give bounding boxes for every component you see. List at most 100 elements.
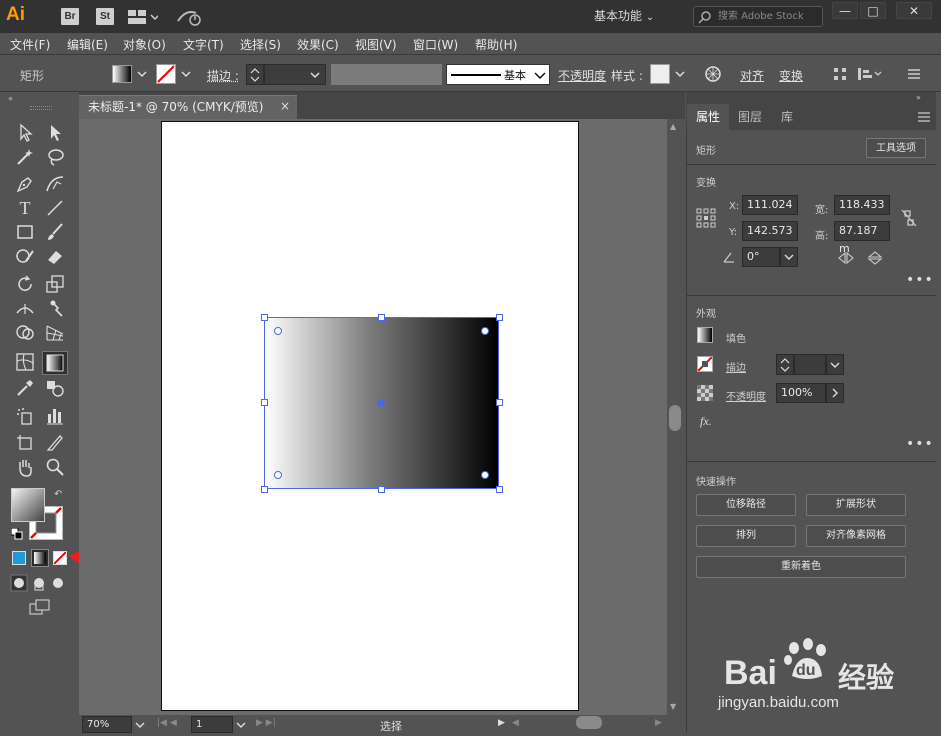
graphic-style-dropdown[interactable] xyxy=(672,64,688,84)
tab-properties[interactable]: 属性 xyxy=(687,104,729,130)
isolate-group-icon[interactable] xyxy=(832,66,848,82)
fill-color-front[interactable] xyxy=(11,488,45,522)
resize-handle-tr[interactable] xyxy=(496,314,503,321)
recolor-artwork-icon[interactable] xyxy=(704,65,722,83)
workspace-switcher[interactable]: 基本功能 ⌄ xyxy=(594,7,674,25)
width-field[interactable]: 118.433 xyxy=(834,195,890,215)
color-mode-button[interactable] xyxy=(12,551,26,565)
maximize-button[interactable]: □ xyxy=(860,2,886,19)
collapse-toolbox-icon[interactable]: « xyxy=(8,94,20,103)
bridge-badge[interactable]: Br xyxy=(61,8,79,25)
mesh-tool-icon[interactable] xyxy=(14,351,36,373)
zoom-dropdown[interactable] xyxy=(133,718,147,732)
resize-handle-tl[interactable] xyxy=(261,314,268,321)
pen-tool-icon[interactable] xyxy=(14,173,36,195)
menu-view[interactable]: 视图(V) xyxy=(355,36,397,52)
effects-fx-button[interactable]: fx. xyxy=(700,414,712,429)
default-fill-stroke-icon[interactable] xyxy=(10,527,23,540)
constrain-proportions-icon[interactable] xyxy=(900,208,918,228)
scale-tool-icon[interactable] xyxy=(44,273,66,295)
menu-effect[interactable]: 效果(C) xyxy=(297,36,339,52)
more-transform-options-icon[interactable]: ••• xyxy=(906,272,934,288)
stroke-weight-stepper-panel[interactable] xyxy=(776,354,794,375)
puppet-warp-tool-icon[interactable] xyxy=(44,298,66,320)
corner-radius-widget-bl[interactable] xyxy=(274,471,282,479)
rotate-tool-icon[interactable] xyxy=(14,273,36,295)
stroke-weight-field-panel[interactable] xyxy=(794,354,826,375)
corner-radius-widget-br[interactable] xyxy=(481,471,489,479)
fill-dropdown[interactable] xyxy=(134,64,150,84)
tab-libraries[interactable]: 库 xyxy=(771,104,803,130)
eraser-tool-icon[interactable] xyxy=(44,245,66,267)
curvature-tool-icon[interactable] xyxy=(44,173,66,195)
zoom-tool-icon[interactable] xyxy=(44,456,66,478)
corner-radius-widget-tl[interactable] xyxy=(274,327,282,335)
scroll-up-icon[interactable]: ▲ xyxy=(670,122,680,132)
scroll-left-icon[interactable]: ◀ xyxy=(512,718,522,730)
recolor-button[interactable]: 重新着色 xyxy=(696,556,906,578)
stock-search-input[interactable]: 搜索 Adobe Stock xyxy=(693,6,823,27)
opacity-field[interactable]: 100% xyxy=(776,383,826,403)
collapse-panels-icon[interactable]: » xyxy=(916,93,930,103)
height-field[interactable]: 87.187 m xyxy=(834,221,890,255)
rotation-dropdown[interactable] xyxy=(780,247,798,267)
artboard-number-field[interactable]: 1 xyxy=(191,716,233,733)
type-tool-icon[interactable]: T xyxy=(14,197,36,219)
swap-fill-stroke-icon[interactable]: ↶ xyxy=(54,489,66,501)
artboard-dropdown[interactable] xyxy=(234,718,248,732)
flip-vertical-icon[interactable] xyxy=(867,251,883,265)
close-window-button[interactable]: ✕ xyxy=(896,2,932,19)
width-tool-icon[interactable] xyxy=(14,298,36,320)
menu-file[interactable]: 文件(F) xyxy=(10,36,50,52)
flip-horizontal-icon[interactable] xyxy=(838,251,854,265)
distribute-icon[interactable] xyxy=(857,66,883,82)
transform-link[interactable]: 变换 xyxy=(779,67,803,84)
gradient-tool-icon[interactable] xyxy=(42,351,68,375)
menu-object[interactable]: 对象(O) xyxy=(123,36,166,52)
lasso-tool-icon[interactable] xyxy=(44,146,66,168)
symbol-sprayer-tool-icon[interactable] xyxy=(14,405,36,427)
fill-swatch[interactable] xyxy=(112,65,132,83)
change-screen-mode-icon[interactable] xyxy=(28,598,52,616)
zoom-level-field[interactable]: 70% xyxy=(82,716,132,733)
resize-handle-ml[interactable] xyxy=(261,399,268,406)
appearance-stroke-swatch[interactable] xyxy=(697,356,713,372)
scroll-right-icon[interactable]: ▶ xyxy=(655,718,665,730)
selection-tool-icon[interactable] xyxy=(14,121,36,143)
resize-handle-br[interactable] xyxy=(496,486,503,493)
shape-builder-tool-icon[interactable] xyxy=(14,322,36,344)
tab-layers[interactable]: 图层 xyxy=(730,104,770,130)
stroke-label[interactable]: 描边 : xyxy=(207,67,239,84)
status-menu-arrow[interactable]: ▶ xyxy=(498,718,508,730)
reference-point-icon[interactable] xyxy=(696,208,716,228)
eyedropper-tool-icon[interactable] xyxy=(14,377,36,399)
opacity-label[interactable]: 不透明度 xyxy=(558,67,606,84)
horizontal-scroll-thumb[interactable] xyxy=(576,716,602,729)
column-graph-tool-icon[interactable] xyxy=(44,405,66,427)
brush-definition-dropdown[interactable]: 基本 xyxy=(446,64,550,85)
drawing-modes[interactable] xyxy=(10,574,68,592)
minimize-button[interactable]: — xyxy=(832,2,858,19)
shaper-tool-icon[interactable] xyxy=(14,245,36,267)
x-position-field[interactable]: 111.024 xyxy=(742,195,798,215)
none-mode-button[interactable] xyxy=(53,551,67,565)
paintbrush-tool-icon[interactable] xyxy=(44,221,66,243)
document-tab[interactable]: 未标题-1* @ 70% (CMYK/预览) xyxy=(79,95,297,119)
gradient-mode-button[interactable] xyxy=(31,549,49,567)
corner-radius-widget-tr[interactable] xyxy=(481,327,489,335)
resize-handle-bm[interactable] xyxy=(378,486,385,493)
menu-help[interactable]: 帮助(H) xyxy=(475,36,517,52)
expand-shape-button[interactable]: 扩展形状 xyxy=(806,494,906,516)
rectangle-tool-icon[interactable] xyxy=(14,221,36,243)
stroke-label-link[interactable]: 描边 xyxy=(726,359,746,374)
close-document-button[interactable]: × xyxy=(280,99,292,113)
offset-path-button[interactable]: 位移路径 xyxy=(696,494,796,516)
scroll-down-icon[interactable]: ▼ xyxy=(670,702,680,712)
opacity-label-link[interactable]: 不透明度 xyxy=(726,388,766,403)
menu-type[interactable]: 文字(T) xyxy=(183,36,224,52)
rotation-angle-field[interactable]: 0° xyxy=(742,247,780,267)
artboard-tool-icon[interactable] xyxy=(14,432,36,454)
resize-handle-mr[interactable] xyxy=(496,399,503,406)
tool-options-button[interactable]: 工具选项 xyxy=(866,138,926,158)
resize-handle-bl[interactable] xyxy=(261,486,268,493)
